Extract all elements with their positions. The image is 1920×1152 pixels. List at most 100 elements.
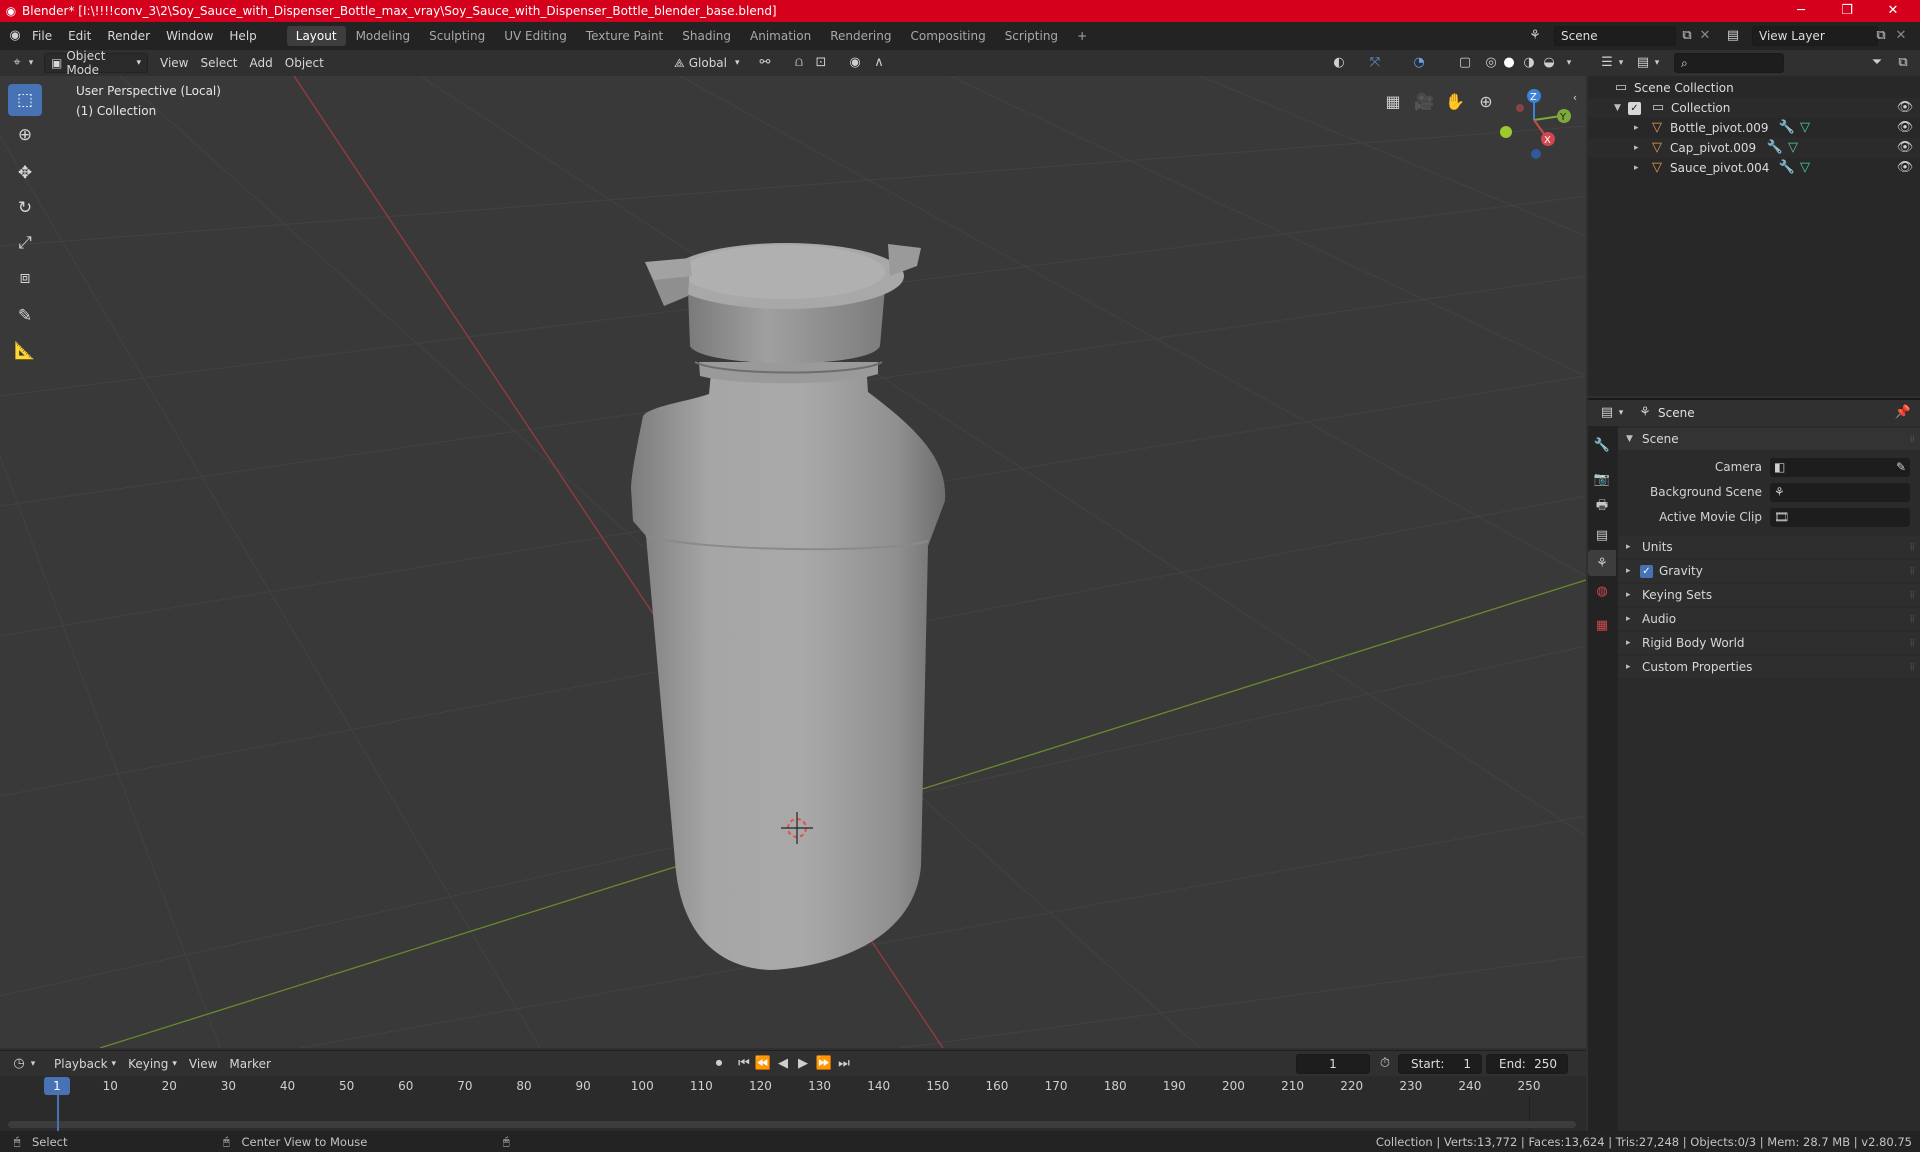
expand-chevron-icon[interactable]: ▼: [1614, 103, 1628, 113]
play-reverse-icon[interactable]: ◀: [774, 1055, 792, 1073]
view-layer-tab-icon[interactable]: ▤: [1588, 522, 1616, 548]
tab-sculpting[interactable]: Sculpting: [420, 26, 494, 46]
tab-rendering[interactable]: Rendering: [821, 26, 900, 46]
pin-icon[interactable]: 📌: [1894, 404, 1912, 422]
drag-handle-icon[interactable]: ⁞⁞: [1910, 542, 1915, 553]
texture-tab-icon[interactable]: ▦: [1588, 612, 1616, 638]
expand-chevron-icon[interactable]: ▸: [1634, 163, 1648, 173]
display-mode-icon[interactable]: ▤: [1634, 54, 1652, 72]
current-frame-field[interactable]: 1: [1296, 1053, 1370, 1074]
pan-view-hand-icon[interactable]: ✋: [1441, 88, 1469, 116]
menu-edit[interactable]: Edit: [60, 29, 99, 43]
3d-viewport[interactable]: Z Y X ⬚ ⊕ ✥ ↻ ⤢ ⧈ ✎ 📐 User Perspective (…: [0, 76, 1586, 1048]
maximize-button[interactable]: ❐: [1824, 0, 1870, 22]
drag-handle-icon[interactable]: ⁞⁞: [1910, 662, 1915, 673]
outliner-editor-type-icon[interactable]: ☰: [1598, 54, 1616, 72]
eye-icon[interactable]: 👁: [1896, 119, 1914, 137]
collection-exclude-checkbox[interactable]: ✓: [1628, 101, 1641, 115]
wireframe-shading-icon[interactable]: ◎: [1482, 54, 1500, 72]
scale-tool-icon[interactable]: ⤢: [8, 227, 42, 259]
modifier-wrench-icon[interactable]: 🔧: [1766, 139, 1784, 157]
expand-chevron-icon[interactable]: ▸: [1626, 662, 1640, 672]
menu-marker[interactable]: Marker: [223, 1054, 276, 1074]
menu-render[interactable]: Render: [99, 29, 158, 43]
menu-playback[interactable]: Playback ▾: [48, 1054, 122, 1074]
mesh-data-icon[interactable]: ▽: [1796, 119, 1814, 137]
menu-keying[interactable]: Keying ▾: [122, 1054, 183, 1074]
timeline-editor-type-icon[interactable]: ◷: [10, 1055, 28, 1073]
start-frame-field[interactable]: Start: 1: [1398, 1053, 1482, 1074]
scene-panel-header[interactable]: ▼ Scene ⁞⁞: [1618, 428, 1920, 450]
tab-compositing[interactable]: Compositing: [901, 26, 994, 46]
proportional-edit-icon[interactable]: ◉: [846, 54, 864, 72]
tab-shading[interactable]: Shading: [673, 26, 740, 46]
snap-target-icon[interactable]: ⊡: [812, 54, 830, 72]
expand-chevron-icon[interactable]: ▸: [1626, 542, 1640, 552]
delete-scene-icon[interactable]: ✕: [1696, 27, 1714, 45]
mode-dropdown[interactable]: ▣ Object Mode ▾: [44, 49, 148, 77]
shading-options-icon[interactable]: ▾: [1560, 54, 1578, 72]
keying-sets-panel-header[interactable]: ▸ Keying Sets ⁞⁞: [1618, 584, 1920, 606]
measure-tool-icon[interactable]: 📐: [8, 335, 42, 367]
gravity-checkbox[interactable]: ✓: [1640, 564, 1653, 578]
expand-chevron-icon[interactable]: ▸: [1626, 566, 1640, 576]
background-scene-field[interactable]: ⚘: [1770, 482, 1910, 502]
menu-object[interactable]: Object: [279, 53, 330, 73]
drag-handle-icon[interactable]: ⁞⁞: [1910, 566, 1915, 577]
modifier-wrench-icon[interactable]: 🔧: [1778, 119, 1796, 137]
tab-layout[interactable]: Layout: [286, 26, 346, 46]
delete-view-layer-icon[interactable]: ✕: [1892, 27, 1910, 45]
properties-editor-type-icon[interactable]: ▤: [1598, 404, 1616, 422]
jump-start-icon[interactable]: ⏮: [735, 1055, 753, 1073]
close-button[interactable]: ✕: [1870, 0, 1916, 22]
camera-field[interactable]: ◧ ✎: [1770, 457, 1910, 477]
xray-toggle-icon[interactable]: ▢: [1456, 54, 1474, 72]
rigid-body-world-panel-header[interactable]: ▸ Rigid Body World ⁞⁞: [1618, 632, 1920, 654]
output-tab-icon[interactable]: 🖶: [1588, 494, 1616, 520]
active-movie-clip-field[interactable]: 🎞: [1770, 507, 1910, 527]
custom-properties-panel-header[interactable]: ▸ Custom Properties ⁞⁞: [1618, 656, 1920, 678]
expand-chevron-icon[interactable]: ▸: [1626, 638, 1640, 648]
expand-chevron-icon[interactable]: ▸: [1626, 590, 1640, 600]
play-icon[interactable]: ▶: [794, 1055, 812, 1073]
mesh-data-icon[interactable]: ▽: [1796, 159, 1814, 177]
gizmo-toggle-icon[interactable]: ⤧: [1366, 54, 1384, 72]
gravity-panel-header[interactable]: ▸ ✓ Gravity ⁞⁞: [1618, 560, 1920, 582]
view-layer-selector[interactable]: View Layer: [1752, 26, 1878, 46]
editor-type-icon[interactable]: ⌖: [8, 54, 26, 72]
new-view-layer-icon[interactable]: ⧉: [1872, 27, 1890, 45]
outliner-row-object[interactable]: ▸ ▽ Cap_pivot.009 🔧 ▽ 👁: [1588, 138, 1920, 158]
scene-icon[interactable]: ⚘: [1526, 27, 1544, 45]
units-panel-header[interactable]: ▸ Units ⁞⁞: [1618, 536, 1920, 558]
menu-window[interactable]: Window: [158, 29, 221, 43]
tab-modeling[interactable]: Modeling: [347, 26, 420, 46]
jump-end-icon[interactable]: ⏭: [835, 1055, 853, 1073]
move-tool-icon[interactable]: ✥: [8, 157, 42, 189]
audio-panel-header[interactable]: ▸ Audio ⁞⁞: [1618, 608, 1920, 630]
jump-keyframe-forward-icon[interactable]: ⏩: [815, 1055, 833, 1073]
material-shading-icon[interactable]: ◑: [1520, 54, 1538, 72]
jump-keyframe-back-icon[interactable]: ⏪: [754, 1055, 772, 1073]
tab-texture-paint[interactable]: Texture Paint: [577, 26, 672, 46]
end-frame-field[interactable]: End: 250: [1486, 1053, 1568, 1074]
outliner-search-input[interactable]: ⌕: [1674, 53, 1784, 73]
menu-view[interactable]: View: [154, 53, 194, 73]
eyedropper-icon[interactable]: ✎: [1896, 460, 1906, 474]
eye-icon[interactable]: 👁: [1896, 159, 1914, 177]
eye-icon[interactable]: 👁: [1896, 139, 1914, 157]
zoom-view-icon[interactable]: ⊕: [1472, 88, 1500, 116]
expand-chevron-icon[interactable]: ▸: [1626, 614, 1640, 624]
mesh-data-icon[interactable]: ▽: [1784, 139, 1802, 157]
new-collection-icon[interactable]: ⧉: [1894, 54, 1912, 72]
preview-range-icon[interactable]: ⏱: [1376, 1055, 1394, 1073]
expand-chevron-icon[interactable]: ▸: [1634, 143, 1648, 153]
outliner-row-object[interactable]: ▸ ▽ Bottle_pivot.009 🔧 ▽ 👁: [1588, 118, 1920, 138]
rendered-shading-icon[interactable]: ◒: [1540, 54, 1558, 72]
outliner-row-collection[interactable]: ▼ ✓ ▭ Collection 👁: [1588, 98, 1920, 118]
overlay-toggle-icon[interactable]: ◔: [1410, 54, 1428, 72]
world-tab-icon[interactable]: ◍: [1588, 578, 1616, 604]
scene-selector[interactable]: Scene: [1554, 26, 1676, 46]
tool-tab-icon[interactable]: 🔧: [1588, 432, 1616, 458]
cursor-tool-icon[interactable]: ⊕: [8, 119, 42, 151]
transform-tool-icon[interactable]: ⧈: [8, 262, 42, 294]
